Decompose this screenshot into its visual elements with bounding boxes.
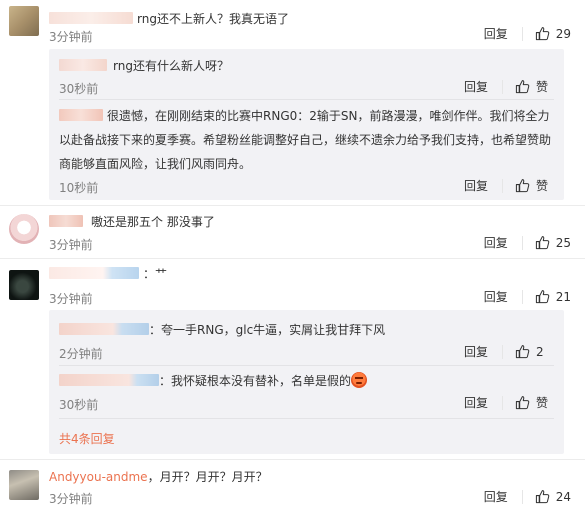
- comment-actions: 回复 21: [484, 288, 571, 305]
- comment-line: ：艹: [49, 265, 167, 282]
- separator: [502, 344, 503, 359]
- comment-text: ，月开？月开？月开？: [147, 470, 268, 484]
- comment-time: 3分钟前: [49, 238, 93, 252]
- reply-actions: 回复 赞: [464, 177, 550, 194]
- avatar[interactable]: [9, 214, 39, 244]
- reply-actions: 回复 2: [464, 343, 550, 360]
- avatar[interactable]: [9, 270, 39, 300]
- reply-button[interactable]: 回复: [464, 78, 488, 95]
- reply-time: 2分钟前: [59, 347, 103, 361]
- like-count: 24: [555, 489, 571, 504]
- thumbs-up-icon: [515, 80, 530, 94]
- comment-line: Andyyou-andme，月开？月开？月开？: [49, 468, 268, 485]
- thumbs-up-icon: [535, 290, 549, 304]
- comment-item: Andyyou-andme，月开？月开？月开？ 3分钟前 回复 24: [0, 460, 585, 511]
- reply-long-text: 很遗憾，在刚刚结束的比赛中RNG0：2输于SN，前路漫漫，唯剑作伴。我们将全力 …: [59, 104, 554, 176]
- reply-line: rng还有什么新人呀？: [59, 57, 229, 74]
- nickname-blurred[interactable]: [59, 374, 159, 386]
- comment-text: ：艹: [143, 267, 168, 281]
- divider: [59, 365, 554, 366]
- reply-time: 10秒前: [59, 181, 99, 195]
- comment-text: rng还不上新人？我真无语了: [137, 12, 289, 26]
- reply-button[interactable]: 回复: [464, 343, 488, 360]
- like-button[interactable]: 赞: [515, 177, 550, 194]
- nickname-blurred[interactable]: [59, 59, 107, 71]
- reply-box: ：夸一手RNG，glc牛逼，实屑让我甘拜下风 2分钟前 回复 2 ：我怀疑根本没…: [49, 310, 564, 454]
- nickname[interactable]: Andyyou-andme: [49, 470, 148, 484]
- comment-item: ：艹 3分钟前 回复 21 ：夸一手RNG，glc牛逼，实屑让我甘拜下风 2分钟…: [0, 259, 585, 459]
- separator: [502, 178, 503, 193]
- reply-text: rng还有什么新人呀？: [113, 59, 229, 73]
- reply-button[interactable]: 回复: [464, 394, 488, 411]
- nickname-blurred[interactable]: [49, 12, 133, 24]
- separator: [521, 235, 523, 250]
- thumbs-up-icon: [535, 27, 549, 41]
- thumbs-up-icon: [515, 179, 530, 193]
- like-button[interactable]: 29: [535, 26, 571, 41]
- like-button[interactable]: 25: [535, 235, 571, 250]
- reply-text: ：我怀疑根本没有替补，名单是假的: [159, 374, 352, 388]
- reply-text-line: 以赴备战接下来的夏季赛。希望粉丝能调整好自己，继续不遗余力给予我们支持，也希望赞…: [59, 133, 552, 147]
- angry-face-icon: [351, 372, 368, 388]
- reply-line: ：夸一手RNG，glc牛逼，实屑让我甘拜下风: [59, 321, 385, 338]
- nickname-blurred[interactable]: [59, 323, 149, 335]
- reply-button[interactable]: 回复: [484, 488, 508, 505]
- reply-text-line: 商能够直面风险，让我们风雨同舟。: [59, 157, 252, 171]
- comment-time: 3分钟前: [49, 292, 93, 306]
- like-count: 赞: [536, 80, 549, 94]
- comment-actions: 回复 29: [484, 25, 571, 42]
- like-button[interactable]: 21: [535, 289, 571, 304]
- like-count: 2: [536, 344, 544, 359]
- reply-time: 30秒前: [59, 398, 99, 412]
- thumbs-up-icon: [535, 236, 549, 250]
- reply-text: ：夸一手RNG，glc牛逼，实屑让我甘拜下风: [149, 323, 386, 337]
- thumbs-up-icon: [535, 490, 549, 504]
- like-button[interactable]: 赞: [515, 394, 550, 411]
- separator: [521, 26, 523, 41]
- comment-item: 嗷还是那五个 那没事了 3分钟前 回复 25: [0, 206, 585, 256]
- like-count: 21: [555, 289, 571, 304]
- like-button[interactable]: 2: [515, 344, 550, 359]
- reply-line: ：我怀疑根本没有替补，名单是假的: [59, 372, 368, 389]
- more-replies-link[interactable]: 共4条回复: [59, 430, 115, 447]
- avatar[interactable]: [9, 470, 39, 500]
- separator: [502, 79, 503, 94]
- reply-text-line: 很遗憾，在刚刚结束的比赛中RNG0：2输于SN，前路漫漫，唯剑作伴。我们将全力: [107, 109, 550, 123]
- like-button[interactable]: 赞: [515, 78, 550, 95]
- comment-line: rng还不上新人？我真无语了: [49, 10, 289, 27]
- separator: [521, 489, 523, 504]
- thumbs-up-icon: [515, 396, 530, 410]
- reply-button[interactable]: 回复: [484, 234, 508, 251]
- reply-actions: 回复 赞: [464, 394, 550, 411]
- nickname-blurred[interactable]: [49, 267, 139, 279]
- comment-time: 3分钟前: [49, 492, 93, 506]
- separator: [502, 395, 503, 410]
- thumbs-up-icon: [515, 345, 530, 359]
- comment-line: 嗷还是那五个 那没事了: [49, 213, 215, 230]
- like-count: 赞: [536, 396, 549, 410]
- avatar[interactable]: [9, 6, 39, 36]
- nickname-blurred[interactable]: [49, 215, 83, 227]
- reply-button[interactable]: 回复: [464, 177, 488, 194]
- comment-item: rng还不上新人？我真无语了 3分钟前 回复 29 rng还有什么新人呀？ 30…: [0, 0, 585, 200]
- nickname-blurred[interactable]: [59, 109, 103, 121]
- comment-time: 3分钟前: [49, 30, 93, 44]
- like-count: 赞: [536, 179, 549, 193]
- comment-actions: 回复 24: [484, 488, 571, 505]
- like-button[interactable]: 24: [535, 489, 571, 504]
- reply-button[interactable]: 回复: [484, 288, 508, 305]
- reply-button[interactable]: 回复: [484, 25, 508, 42]
- reply-actions: 回复 赞: [464, 78, 550, 95]
- divider: [59, 418, 554, 419]
- like-count: 25: [555, 235, 571, 250]
- comment-actions: 回复 25: [484, 234, 571, 251]
- reply-time: 30秒前: [59, 82, 99, 96]
- like-count: 29: [555, 26, 571, 41]
- separator: [521, 289, 523, 304]
- reply-box: rng还有什么新人呀？ 30秒前 回复 赞 很遗憾，在刚刚结束的比赛中RNG0：…: [49, 49, 564, 200]
- divider: [59, 99, 554, 100]
- comment-text: 嗷还是那五个 那没事了: [91, 215, 215, 229]
